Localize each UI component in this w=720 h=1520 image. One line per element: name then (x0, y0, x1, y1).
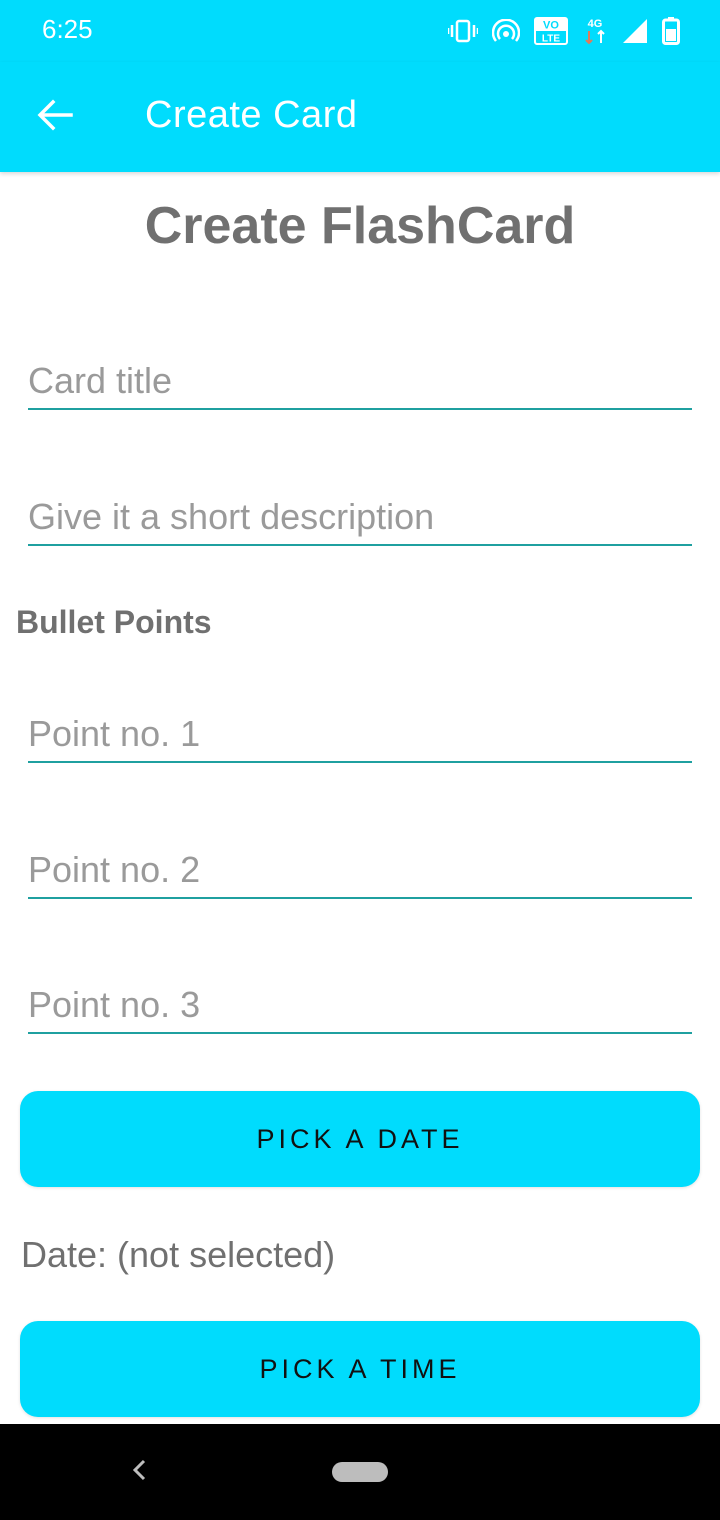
svg-text:VO: VO (543, 20, 559, 32)
pick-date-button[interactable]: PICK A DATE (20, 1091, 700, 1187)
nav-back-button[interactable] (124, 1454, 154, 1490)
back-button[interactable] (22, 86, 88, 148)
hotspot-icon (492, 19, 520, 43)
arrow-left-icon (37, 99, 73, 136)
point-2-field (28, 839, 692, 899)
svg-text:4G: 4G (588, 18, 603, 30)
point-1-field (28, 703, 692, 763)
card-title-field (28, 350, 692, 410)
vibrate-icon (448, 19, 478, 43)
battery-icon (662, 17, 680, 45)
pick-time-button[interactable]: PICK A TIME (20, 1321, 700, 1417)
point-3-input[interactable] (28, 984, 692, 1026)
description-input[interactable] (28, 496, 692, 538)
svg-text:LTE: LTE (542, 34, 560, 45)
chevron-left-icon (131, 1458, 147, 1487)
volte-icon: VO LTE (534, 17, 568, 45)
point-2-input[interactable] (28, 849, 692, 891)
card-title-input[interactable] (28, 360, 692, 402)
point-3-field (28, 974, 692, 1034)
system-nav-bar (0, 1424, 720, 1520)
status-time: 6:25 (42, 14, 93, 44)
app-bar: Create Card (0, 62, 720, 172)
description-field (28, 486, 692, 546)
status-icons: VO LTE 4G (448, 14, 680, 48)
4g-data-icon: 4G (582, 17, 608, 45)
point-1-input[interactable] (28, 713, 692, 755)
bullet-points-label: Bullet Points (16, 604, 212, 640)
home-pill-icon[interactable] (332, 1462, 388, 1482)
signal-icon (622, 18, 648, 44)
page-title: Create FlashCard (144, 197, 576, 255)
date-status-text: Date: (not selected) (21, 1234, 336, 1275)
app-bar-title: Create Card (145, 94, 358, 136)
status-bar: 6:25 VO LTE 4G (0, 0, 720, 62)
